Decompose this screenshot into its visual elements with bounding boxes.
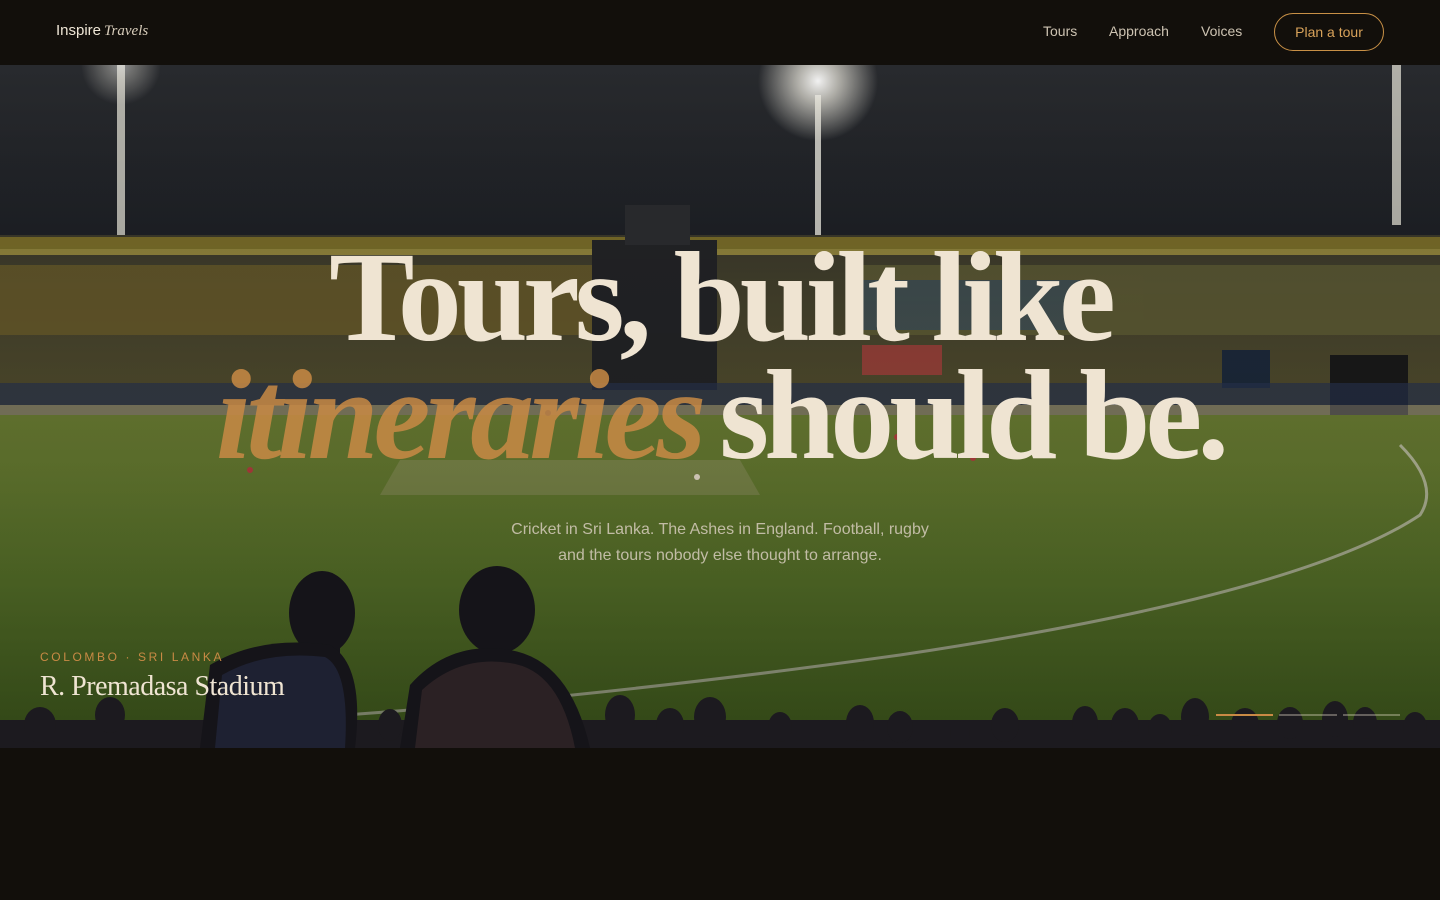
subtitle-line-2: and the tours nobody else thought to arr… — [558, 547, 882, 564]
hero-subtitle: Cricket in Sri Lanka. The Ashes in Engla… — [470, 517, 970, 569]
brand-accent: Travels — [104, 23, 149, 39]
slide-indicator-2[interactable] — [1279, 714, 1337, 716]
headline-line-2: itineraries should be. — [0, 351, 1440, 479]
site-header: Inspire Travels Tours Approach Voices Pla… — [0, 0, 1440, 65]
plan-tour-button[interactable]: Plan a tour — [1274, 13, 1384, 51]
subtitle-line-1: Cricket in Sri Lanka. The Ashes in Engla… — [511, 521, 929, 538]
headline-line-1: Tours, built like — [329, 226, 1116, 368]
slide-indicator-3[interactable] — [1342, 714, 1400, 716]
hero-section: Tours, built like itineraries should be. … — [0, 65, 1440, 748]
nav-tours[interactable]: Tours — [1043, 23, 1077, 39]
hero-headline: Tours, built like itineraries should be. — [0, 226, 1440, 479]
nav-voices[interactable]: Voices — [1201, 23, 1242, 39]
slide-indicator-1[interactable] — [1216, 714, 1274, 716]
location-eyebrow: COLOMBO · SRI LANKA — [40, 650, 225, 664]
headline-rest: should be. — [719, 344, 1229, 486]
brand-name: Inspire — [56, 22, 102, 39]
nav-approach[interactable]: Approach — [1109, 23, 1169, 39]
slide-progress — [1216, 714, 1400, 716]
headline-accent: itineraries — [215, 344, 706, 486]
brand-logo[interactable]: Inspire Travels — [56, 22, 148, 40]
location-name: R. Premadasa Stadium — [40, 671, 285, 702]
